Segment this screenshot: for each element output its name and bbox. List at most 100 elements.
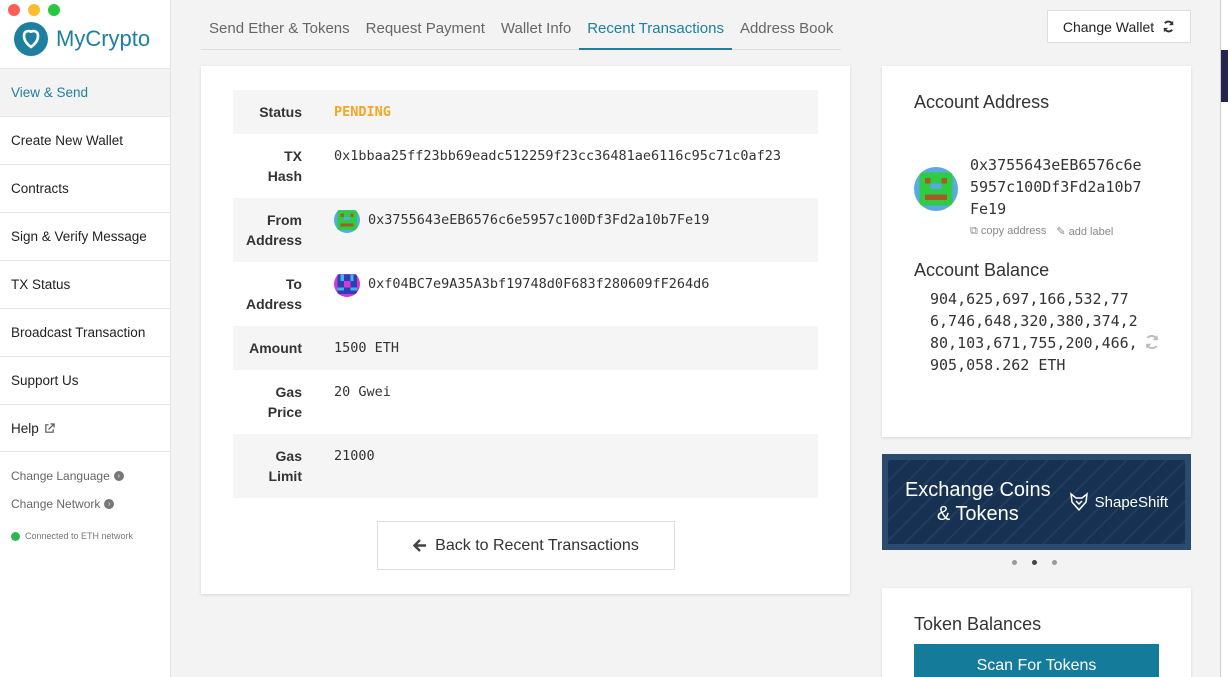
- add-label-link[interactable]: ✎ add label: [1056, 225, 1113, 238]
- status-label: Status: [259, 104, 302, 120]
- sidebar-item-label: Contracts: [11, 181, 69, 196]
- gas-price-value: 20 Gwei: [334, 384, 391, 400]
- sidebar-item-view-send[interactable]: View & Send: [0, 68, 170, 116]
- pencil-icon: ✎: [1056, 226, 1066, 238]
- carousel-dot[interactable]: [1012, 560, 1017, 565]
- network-status: Connected to ETH network: [11, 531, 133, 541]
- tx-row-status: Status PENDING: [233, 90, 818, 134]
- arrow-left-icon: [413, 539, 427, 552]
- promo-text: Exchange Coins & Tokens: [905, 478, 1051, 526]
- copy-address-link[interactable]: ⧉ copy address: [970, 225, 1046, 238]
- from-label: From Address: [245, 212, 302, 248]
- chevron-right-icon: ›: [113, 471, 124, 481]
- promo-line-1: Exchange Coins: [904, 479, 1051, 501]
- window-controls: [8, 4, 60, 16]
- sidebar-nav: View & Send Create New Wallet Contracts …: [0, 68, 170, 452]
- tab-recent-transactions[interactable]: Recent Transactions: [579, 10, 732, 50]
- sidebar-item-label: TX Status: [11, 277, 71, 292]
- status-dot-icon: [11, 531, 20, 541]
- account-card: Account Address 0x3755643eEB6576c6e5957c…: [882, 66, 1191, 437]
- scan-for-tokens-button[interactable]: Scan For Tokens: [914, 644, 1159, 677]
- sidebar-item-label: Broadcast Transaction: [11, 325, 146, 340]
- change-wallet-button[interactable]: Change Wallet: [1047, 10, 1191, 43]
- token-balances-title: Token Balances: [914, 614, 1042, 634]
- sidebar-item-label: Create New Wallet: [11, 133, 124, 148]
- to-identicon-icon: [334, 274, 360, 297]
- hash-label: TX Hash: [267, 148, 302, 184]
- chevron-right-icon: ›: [104, 499, 115, 509]
- promo-line-2: & Tokens: [936, 503, 1019, 525]
- back-to-recent-transactions-button[interactable]: Back to Recent Transactions: [377, 521, 675, 570]
- refresh-icon: [1163, 20, 1174, 33]
- tx-hash-value[interactable]: 0x1bbaa25ff23bb69eadc512259f23cc36481ae6…: [334, 146, 781, 186]
- app-name: MyCrypto: [56, 26, 151, 51]
- maximize-window-button[interactable]: [48, 4, 60, 16]
- external-link-icon: [45, 422, 55, 433]
- carousel-dot-active[interactable]: [1032, 560, 1037, 565]
- gas-price-label: Gas Price: [267, 384, 302, 420]
- transaction-details-card: Status PENDING TX Hash 0x1bbaa25ff23bb69…: [201, 66, 850, 594]
- sidebar-item-help[interactable]: Help: [0, 404, 170, 452]
- account-actions: ⧉ copy address ✎ add label: [970, 225, 1113, 238]
- shapeshift-brand: ShapeShift: [1069, 492, 1168, 512]
- add-label-label: add label: [1068, 226, 1114, 238]
- tab-bar: Send Ether & Tokens Request Payment Wall…: [201, 10, 842, 50]
- account-address-value[interactable]: 0x3755643eEB6576c6e5957c100Df3Fd2a10b7Fe…: [970, 154, 1150, 220]
- mycrypto-logo-icon: [14, 22, 48, 56]
- sidebar-item-label: Help: [11, 420, 39, 436]
- to-label: To Address: [245, 276, 302, 312]
- sidebar-item-label: Support Us: [11, 373, 79, 388]
- copy-address-label: copy address: [980, 225, 1047, 237]
- amount-label: Amount: [249, 340, 302, 356]
- tab-send[interactable]: Send Ether & Tokens: [201, 10, 358, 50]
- copy-icon: ⧉: [970, 225, 978, 237]
- tx-row-gas-limit: Gas Limit 21000: [233, 434, 818, 498]
- fox-icon: [1069, 492, 1088, 512]
- back-button-label: Back to Recent Transactions: [435, 536, 639, 554]
- transaction-table: Status PENDING TX Hash 0x1bbaa25ff23bb69…: [233, 90, 818, 498]
- sidebar: MyCrypto View & Send Create New Wallet C…: [0, 0, 171, 677]
- change-network-label: Change Network: [11, 497, 101, 511]
- network-status-text: Connected to ETH network: [25, 531, 134, 541]
- tab-wallet-info[interactable]: Wallet Info: [493, 10, 579, 50]
- sidebar-item-label: View & Send: [11, 85, 89, 100]
- sidebar-item-support[interactable]: Support Us: [0, 356, 170, 404]
- to-address-text: 0xf04BC7e9A35A3bf19748d0F683f280609fF264…: [368, 276, 710, 292]
- token-balances-card: Token Balances Scan For Tokens: [882, 588, 1191, 677]
- account-balance-title: Account Balance: [914, 260, 1050, 280]
- from-address[interactable]: 0x3755643eEB6576c6e5957c100Df3Fd2a10b7Fe…: [334, 210, 709, 250]
- refresh-balance-icon[interactable]: [1144, 334, 1160, 350]
- app-logo[interactable]: MyCrypto: [14, 22, 150, 56]
- change-wallet-label: Change Wallet: [1062, 18, 1155, 35]
- account-address-title: Account Address: [914, 92, 1050, 112]
- tab-address-book[interactable]: Address Book: [732, 10, 841, 50]
- sidebar-item-sign-verify[interactable]: Sign & Verify Message: [0, 212, 170, 260]
- sidebar-item-tx-status[interactable]: TX Status: [0, 260, 170, 308]
- tx-row-from: From Address 0x3755643eEB6576c6e5957c100…: [233, 198, 818, 262]
- shapeshift-label: ShapeShift: [1094, 493, 1169, 511]
- change-network-link[interactable]: Change Network ›: [11, 497, 115, 511]
- tx-row-hash: TX Hash 0x1bbaa25ff23bb69eadc512259f23cc…: [233, 134, 818, 198]
- background-window-strip: [1221, 50, 1228, 102]
- carousel-dots: [1012, 560, 1057, 565]
- change-language-link[interactable]: Change Language ›: [11, 469, 124, 483]
- carousel-dot[interactable]: [1052, 560, 1057, 565]
- tab-request-payment[interactable]: Request Payment: [358, 10, 493, 50]
- minimize-window-button[interactable]: [28, 4, 40, 16]
- sidebar-item-contracts[interactable]: Contracts: [0, 164, 170, 212]
- from-identicon-icon: [334, 210, 360, 233]
- shapeshift-promo-banner[interactable]: Exchange Coins & Tokens ShapeShift: [882, 454, 1191, 550]
- sidebar-item-broadcast[interactable]: Broadcast Transaction: [0, 308, 170, 356]
- gas-limit-value: 21000: [334, 448, 375, 464]
- change-language-label: Change Language: [11, 469, 110, 483]
- status-badge: PENDING: [334, 104, 391, 120]
- sidebar-item-create-wallet[interactable]: Create New Wallet: [0, 116, 170, 164]
- account-balance-value: 904,625,697,166,532,776,746,648,320,380,…: [930, 290, 1138, 374]
- amount-value: 1500 ETH: [334, 340, 400, 356]
- tx-row-to: To Address 0xf04BC7e9A35A3bf19748d0F683f…: [233, 262, 818, 326]
- from-address-text: 0x3755643eEB6576c6e5957c100Df3Fd2a10b7Fe…: [368, 212, 710, 228]
- account-identicon-icon: [914, 167, 958, 211]
- to-address[interactable]: 0xf04BC7e9A35A3bf19748d0F683f280609fF264…: [334, 274, 709, 314]
- gas-limit-label: Gas Limit: [268, 448, 302, 484]
- close-window-button[interactable]: [8, 4, 20, 16]
